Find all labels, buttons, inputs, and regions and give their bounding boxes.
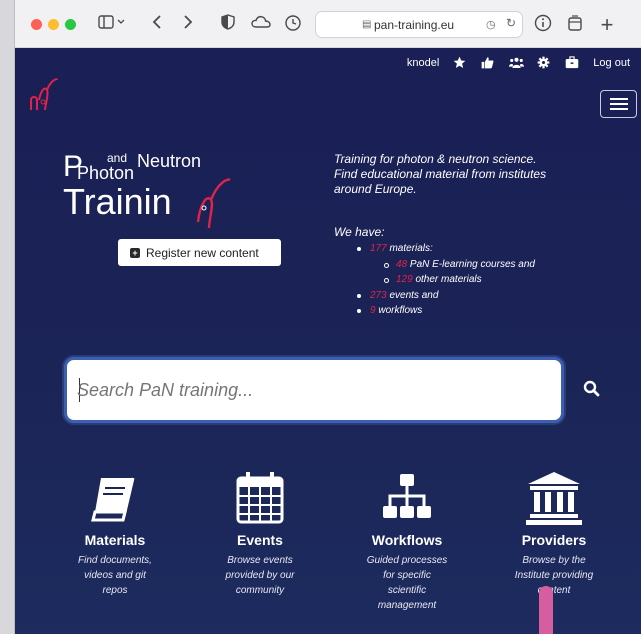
stat-other: 129 other materials [334,272,535,288]
sitemap-icon [377,468,437,528]
address-bar[interactable]: ▤ pan-training.eu ◷ ↻ [315,11,523,38]
desc-line: Find documents, [78,555,152,566]
intro-line: Training for photon & neutron science. [334,152,537,166]
search-button[interactable] [581,378,605,402]
intro-line: around Europe. [334,182,417,196]
reload-icon[interactable]: ↻ [506,16,516,30]
desc-line: for specific [383,570,431,581]
thumbs-up-icon[interactable] [481,56,495,70]
stat-label: other materials [412,274,482,285]
stat-label: PaN E-learning courses and [407,258,535,270]
category-workflows[interactable]: Workflows Guided processes for specific … [342,468,472,613]
back-icon[interactable] [149,14,167,36]
desc-line: provided by our [225,570,295,581]
zoom-window-button[interactable] [65,19,76,30]
stat-label: materials: [386,243,433,254]
desc-line: scientific [387,585,427,596]
category-title: Events [237,532,283,548]
search-icon [583,380,600,397]
brand-and: and [107,151,128,165]
category-title: Workflows [371,532,443,548]
stat-materials: 177 materials: [334,241,535,257]
register-label: Register new content [146,245,259,260]
gear-icon[interactable] [537,56,551,70]
group-icon[interactable] [509,56,525,70]
materials-count[interactable]: 177 [370,243,387,254]
brand-gamma-icon [196,178,231,229]
plus-icon: + [130,247,140,258]
close-window-button[interactable] [31,19,42,30]
institution-icon [524,468,584,528]
menu-toggle-button[interactable] [600,90,637,118]
stat-label: events and [386,289,439,301]
calendar-icon [230,468,290,528]
brand-training: Trainin [63,181,172,222]
search-input[interactable] [77,374,547,406]
we-have-heading: We have: [334,225,385,239]
desc-line: content [537,585,571,596]
logout-link[interactable]: Log out [593,57,630,69]
events-count[interactable]: 273 [370,290,387,301]
history-clock-icon[interactable] [283,14,303,36]
category-events[interactable]: Events Browse events provided by our com… [195,468,325,598]
desc-line: videos and git [84,570,146,581]
category-title: Materials [84,532,146,548]
search-box [64,357,564,423]
share-icon[interactable] [565,14,585,36]
category-desc: Guided processes for specific scientific… [342,553,472,613]
brand-neutron: Neutron [137,151,202,171]
pointer-cursor [539,586,553,634]
star-icon[interactable] [453,56,467,70]
lock-icon: ▤ [362,19,372,30]
other-count[interactable]: 129 [396,274,413,285]
category-title: Providers [521,532,587,548]
desc-line: Browse events [227,555,293,566]
stat-events: 273 events and [334,288,535,304]
sidebar-toggle-icon[interactable] [97,14,127,36]
web-page: knodel Log out P Photon and Neutron Trai… [15,48,641,634]
desc-line: community [235,585,285,596]
cloud-icon[interactable] [250,14,272,36]
elearning-count[interactable]: 48 [396,259,407,270]
category-providers[interactable]: Providers Browse by the Institute provid… [489,468,619,598]
new-tab-icon[interactable]: + [597,14,617,36]
privacy-shield-icon[interactable] [219,14,237,36]
minimize-window-button[interactable] [48,19,59,30]
desc-line: Guided processes [366,555,448,566]
browser-toolbar: ▤ pan-training.eu ◷ ↻ + [15,0,641,48]
briefcase-icon[interactable] [565,56,579,70]
stats-list: 177 materials: 48 PaN E-learning courses… [334,241,535,319]
username-link[interactable]: knodel [407,57,439,69]
intro-line: Find educational material from institute… [334,167,547,181]
info-icon[interactable] [533,14,553,36]
brand-photon: Photon [77,163,135,183]
register-content-button[interactable]: + Register new content [118,239,281,266]
desc-line: Institute providing [514,570,594,581]
category-desc: Browse by the Institute providing conten… [489,553,619,598]
stat-label: workflows [375,305,423,316]
desc-line: repos [102,585,128,596]
translate-icon[interactable]: ◷ [486,18,496,31]
desc-line: management [377,600,437,611]
user-nav: knodel Log out [407,56,630,70]
intro-text: Training for photon & neutron science. F… [334,152,614,197]
brand-logo: P Photon and Neutron Trainin [63,152,263,232]
url-text: pan-training.eu [374,18,455,32]
browser-window: ▤ pan-training.eu ◷ ↻ + knodel Log out P… [14,0,641,634]
stat-elearning: 48 PaN E-learning courses and [334,257,535,273]
category-materials[interactable]: Materials Find documents, videos and git… [50,468,180,598]
book-icon [85,468,145,528]
stat-workflows: 9 workflows [334,303,535,319]
desc-line: Browse by the [522,555,586,566]
forward-icon[interactable] [178,14,196,36]
site-logo-icon[interactable] [29,76,59,117]
category-desc: Find documents, videos and git repos [50,553,180,598]
category-desc: Browse events provided by our community [195,553,325,598]
